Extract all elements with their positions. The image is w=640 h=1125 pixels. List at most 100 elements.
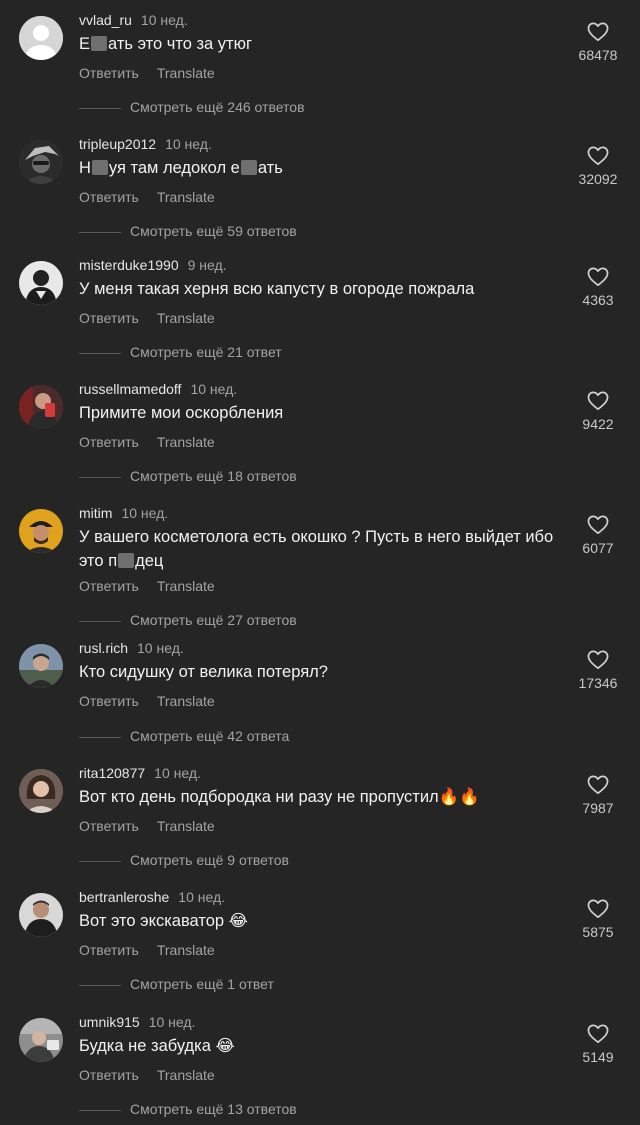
reply-button[interactable]: Ответить bbox=[79, 189, 139, 205]
translate-button[interactable]: Translate bbox=[157, 578, 215, 594]
comment-text-part: Будка не забудка 😂 bbox=[79, 1037, 235, 1055]
user-photo-icon bbox=[19, 644, 63, 688]
view-replies-button[interactable]: Смотреть ещё 21 ответ bbox=[79, 342, 282, 362]
translate-button[interactable]: Translate bbox=[157, 693, 215, 709]
like-button[interactable]: 6077 bbox=[568, 515, 628, 557]
censor-blur bbox=[240, 160, 257, 175]
user-avatar[interactable] bbox=[19, 16, 63, 60]
like-button[interactable]: 32092 bbox=[568, 146, 628, 188]
user-photo-icon bbox=[19, 140, 63, 184]
user-avatar[interactable] bbox=[19, 261, 63, 305]
user-avatar[interactable] bbox=[19, 509, 63, 553]
replies-divider bbox=[79, 860, 121, 862]
replies-divider bbox=[79, 231, 121, 233]
view-replies-button[interactable]: Смотреть ещё 9 ответов bbox=[79, 850, 289, 870]
username[interactable]: bertranleroshe bbox=[79, 889, 169, 905]
username[interactable]: umnik915 bbox=[79, 1014, 140, 1030]
comment-meta: rita120877 10 нед. bbox=[79, 763, 201, 783]
view-replies-button[interactable]: Смотреть ещё 18 ответов bbox=[79, 466, 297, 486]
timestamp: 10 нед. bbox=[148, 1014, 196, 1030]
user-avatar[interactable] bbox=[19, 385, 63, 429]
comment-text-part: дец bbox=[135, 552, 164, 570]
username[interactable]: tripleup2012 bbox=[79, 136, 156, 152]
comment-text: Будка не забудка 😂 bbox=[79, 1034, 559, 1058]
comment-text: Примите мои оскорбления bbox=[79, 401, 559, 425]
comment-text-part: Н bbox=[79, 159, 91, 177]
reply-button[interactable]: Ответить bbox=[79, 65, 139, 81]
like-count: 9422 bbox=[582, 416, 614, 432]
heart-icon bbox=[587, 1024, 609, 1044]
username[interactable]: vvlad_ru bbox=[79, 12, 132, 28]
like-count: 5875 bbox=[582, 924, 614, 940]
comment-text-part: уя там ледокол е bbox=[108, 159, 240, 177]
user-avatar[interactable] bbox=[19, 140, 63, 184]
comment-meta: tripleup2012 10 нед. bbox=[79, 134, 212, 154]
username[interactable]: russellmamedoff bbox=[79, 381, 181, 397]
view-replies-button[interactable]: Смотреть ещё 13 ответов bbox=[79, 1099, 297, 1119]
like-button[interactable]: 5149 bbox=[568, 1024, 628, 1066]
heart-icon bbox=[587, 22, 609, 42]
translate-button[interactable]: Translate bbox=[157, 1067, 215, 1083]
username[interactable]: rita120877 bbox=[79, 765, 145, 781]
comment-text-part: Е bbox=[79, 35, 91, 53]
view-replies-label: Смотреть ещё 9 ответов bbox=[130, 852, 289, 868]
like-button[interactable]: 5875 bbox=[568, 899, 628, 941]
translate-button[interactable]: Translate bbox=[157, 310, 215, 326]
comment-text-part: ать bbox=[257, 159, 283, 177]
like-button[interactable]: 17346 bbox=[568, 650, 628, 692]
comment-text-part: ать это что за утюг bbox=[108, 35, 253, 53]
user-avatar[interactable] bbox=[19, 644, 63, 688]
view-replies-label: Смотреть ещё 42 ответа bbox=[130, 728, 290, 744]
user-photo-icon bbox=[19, 385, 63, 429]
user-photo-icon bbox=[19, 769, 63, 813]
timestamp: 10 нед. bbox=[165, 136, 212, 152]
username[interactable]: rusl.rich bbox=[79, 640, 128, 656]
reply-button[interactable]: Ответить bbox=[79, 434, 139, 450]
reply-button[interactable]: Ответить bbox=[79, 1067, 139, 1083]
translate-button[interactable]: Translate bbox=[157, 434, 215, 450]
replies-divider bbox=[79, 476, 121, 478]
view-replies-button[interactable]: Смотреть ещё 42 ответа bbox=[79, 726, 289, 746]
view-replies-button[interactable]: Смотреть ещё 27 ответов bbox=[79, 610, 297, 630]
reply-button[interactable]: Ответить bbox=[79, 310, 139, 326]
comment-actions: Ответить Translate bbox=[79, 940, 215, 960]
user-avatar[interactable] bbox=[19, 769, 63, 813]
view-replies-label: Смотреть ещё 59 ответов bbox=[130, 223, 297, 239]
like-button[interactable]: 4363 bbox=[568, 267, 628, 309]
replies-divider bbox=[79, 620, 121, 622]
translate-button[interactable]: Translate bbox=[157, 818, 215, 834]
comment-meta: mitim 10 нед. bbox=[79, 503, 168, 523]
view-replies-label: Смотреть ещё 18 ответов bbox=[130, 468, 297, 484]
comment-actions: Ответить Translate bbox=[79, 1065, 215, 1085]
heart-icon bbox=[587, 267, 609, 287]
like-button[interactable]: 9422 bbox=[568, 391, 628, 433]
view-replies-label: Смотреть ещё 246 ответов bbox=[130, 99, 305, 115]
comment-text-part: Вот кто день подбородка ни разу не пропу… bbox=[79, 788, 480, 806]
translate-button[interactable]: Translate bbox=[157, 189, 215, 205]
like-button[interactable]: 68478 bbox=[568, 22, 628, 64]
censor-blur bbox=[118, 553, 135, 568]
view-replies-button[interactable]: Смотреть ещё 59 ответов bbox=[79, 221, 297, 241]
view-replies-button[interactable]: Смотреть ещё 246 ответов bbox=[79, 97, 305, 117]
user-avatar[interactable] bbox=[19, 1018, 63, 1062]
heart-icon bbox=[587, 391, 609, 411]
like-count: 7987 bbox=[582, 800, 614, 816]
username[interactable]: misterduke1990 bbox=[79, 257, 179, 273]
view-replies-label: Смотреть ещё 1 ответ bbox=[130, 976, 274, 992]
reply-button[interactable]: Ответить bbox=[79, 818, 139, 834]
comment-meta: rusl.rich 10 нед. bbox=[79, 638, 184, 658]
translate-button[interactable]: Translate bbox=[157, 942, 215, 958]
view-replies-button[interactable]: Смотреть ещё 1 ответ bbox=[79, 974, 274, 994]
censor-blur bbox=[91, 160, 108, 175]
like-button[interactable]: 7987 bbox=[568, 775, 628, 817]
replies-divider bbox=[79, 1109, 121, 1111]
user-avatar[interactable] bbox=[19, 893, 63, 937]
comment-actions: Ответить Translate bbox=[79, 816, 215, 836]
translate-button[interactable]: Translate bbox=[157, 65, 215, 81]
user-photo-icon bbox=[19, 893, 63, 937]
reply-button[interactable]: Ответить bbox=[79, 693, 139, 709]
heart-icon bbox=[587, 899, 609, 919]
reply-button[interactable]: Ответить bbox=[79, 942, 139, 958]
username[interactable]: mitim bbox=[79, 505, 112, 521]
reply-button[interactable]: Ответить bbox=[79, 578, 139, 594]
